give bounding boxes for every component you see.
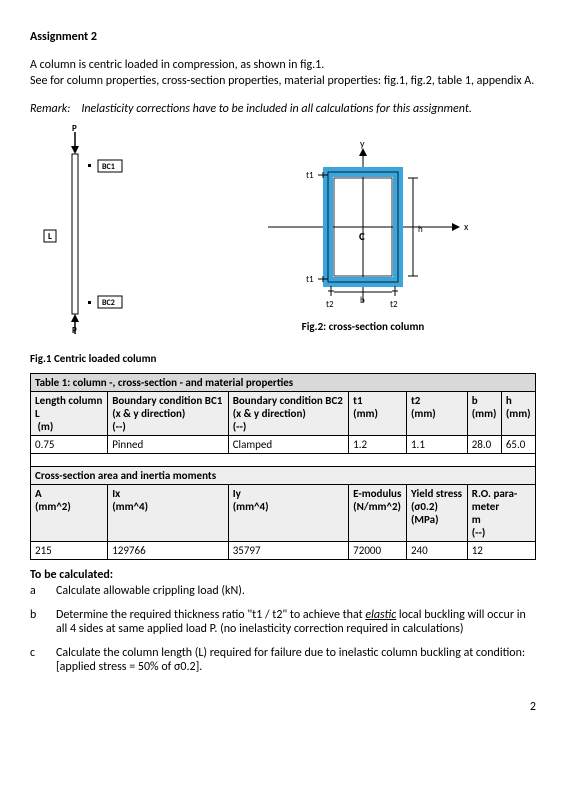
remark-label: Remark: — [30, 102, 70, 116]
table-header: Boundary condition BC1(x & y direction)(… — [108, 392, 228, 436]
table-cell: 1.2 — [349, 436, 407, 454]
table-header: Length columnL (m) — [31, 392, 108, 436]
table-header: R.O. para-meterm(--) — [467, 485, 535, 542]
table-cell: 28.0 — [467, 436, 501, 454]
figure-1-caption: Fig.1 Centric loaded column — [30, 352, 536, 365]
svg-text:BC1: BC1 — [102, 162, 115, 172]
page-title: Assignment 2 — [30, 30, 536, 44]
table-cell: 1.1 — [406, 436, 467, 454]
figure-1: P P BC1 BC2 L — [30, 124, 190, 338]
task-label: b — [30, 608, 56, 622]
svg-text:t1: t1 — [306, 274, 314, 285]
table-header: Yield stress(σ0.2)(MPa) — [406, 485, 467, 542]
table-header: t2(mm) — [406, 392, 467, 436]
intro-line1: A column is centric loaded in compressio… — [30, 58, 536, 72]
task-body: Determine the required thickness ratio "… — [56, 608, 536, 636]
intro-block: A column is centric loaded in compressio… — [30, 58, 536, 88]
table-cell: 0.75 — [31, 436, 108, 454]
svg-text:P: P — [72, 124, 77, 134]
svg-text:BC2: BC2 — [102, 298, 115, 308]
table-cell: 12 — [467, 542, 535, 560]
table-cell: Pinned — [108, 436, 228, 454]
task-body: Calculate allowable crippling load (kN). — [56, 584, 536, 598]
svg-text:t2: t2 — [326, 299, 334, 310]
task-b: b Determine the required thickness ratio… — [30, 608, 536, 636]
svg-text:C: C — [359, 230, 365, 243]
task-c: c Calculate the column length (L) requir… — [30, 646, 536, 674]
page-number: 2 — [30, 700, 536, 714]
table-cell: 35797 — [228, 542, 348, 560]
table-header: t1(mm) — [349, 392, 407, 436]
table-header: A(mm^2) — [31, 485, 108, 542]
task-label: a — [30, 584, 56, 598]
table-header: E-modulus(N/mm^2) — [349, 485, 407, 542]
table-header: Ix(mm^4) — [108, 485, 228, 542]
table-cell: 65.0 — [501, 436, 535, 454]
svg-text:x: x — [464, 220, 469, 233]
remark-block: Remark: Inelasticity corrections have to… — [30, 102, 536, 116]
remark-text: Inelasticity corrections have to be incl… — [81, 102, 472, 116]
svg-text:t1: t1 — [306, 170, 314, 181]
table-cell: 240 — [406, 542, 467, 560]
task-body: Calculate the column length (L) required… — [56, 646, 536, 674]
svg-text:t2: t2 — [390, 299, 398, 310]
table-header: Boundary condition BC2(x & y direction)(… — [228, 392, 348, 436]
table-1: Table 1: column -, cross-section - and m… — [30, 373, 536, 560]
table-header: h(mm) — [501, 392, 535, 436]
svg-text:b: b — [360, 295, 365, 306]
table-subcaption: Cross-section area and inertia moments — [31, 467, 536, 485]
table-cell: Clamped — [228, 436, 348, 454]
svg-text:y: y — [360, 142, 365, 150]
svg-text:L: L — [48, 231, 52, 242]
table-header: Iy(mm^4) — [228, 485, 348, 542]
intro-line2: See for column properties, cross-section… — [30, 74, 536, 88]
svg-text:P: P — [72, 325, 77, 334]
table-cell: 129766 — [108, 542, 228, 560]
table-header: b(mm) — [467, 392, 501, 436]
svg-text:h: h — [418, 224, 423, 235]
to-be-calculated-heading: To be calculated: — [30, 568, 536, 582]
table-cell: 215 — [31, 542, 108, 560]
figure-2-caption: Fig.2: cross-section column — [190, 320, 536, 333]
table-1-caption: Table 1: column -, cross-section - and m… — [31, 374, 536, 392]
task-label: c — [30, 646, 56, 660]
table-cell: 72000 — [349, 542, 407, 560]
tasks-list: a Calculate allowable crippling load (kN… — [30, 584, 536, 674]
task-a: a Calculate allowable crippling load (kN… — [30, 584, 536, 598]
figure-2: x y C t1 t1 t2 t2 b — [190, 124, 536, 333]
